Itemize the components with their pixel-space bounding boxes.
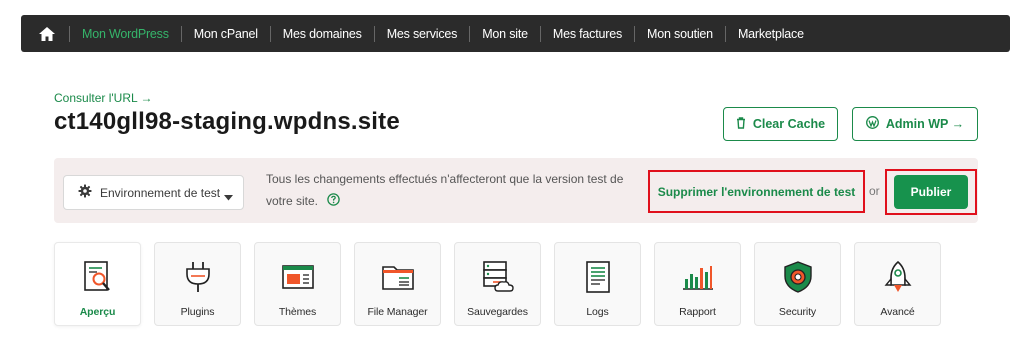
admin-wp-button[interactable]: Admin WP → [852,107,978,141]
nav-item-mon-cpanel[interactable]: Mon cPanel [180,25,270,42]
admin-wp-label: Admin WP → [885,117,965,131]
trash-icon [736,116,746,132]
publish-highlight: Publier [885,169,977,215]
staging-message: Tous les changements effectués n'affecte… [266,168,646,213]
tile-security[interactable]: Security [754,242,841,326]
tile-apercu[interactable]: Aperçu [54,242,141,326]
overview-icon [78,257,118,297]
or-separator: or [869,184,880,198]
nav-item-mon-wordpress[interactable]: Mon WordPress [69,25,181,42]
nav-item-mes-domaines[interactable]: Mes domaines [269,25,374,42]
rocket-icon [878,257,918,297]
nav-item-mon-site[interactable]: Mon site [469,25,540,42]
tile-sauvegardes[interactable]: Sauvegardes [454,242,541,326]
page-title: ct140gll98-staging.wpdns.site [54,108,400,135]
tile-label: Rapport [679,306,716,318]
folder-icon [378,257,418,297]
staging-banner: Environnement de test Tous les changemen… [54,158,978,223]
top-navigation: Mon WordPress Mon cPanel Mes domaines Me… [21,15,1010,52]
tile-label: Logs [586,306,609,318]
tile-logs[interactable]: Logs [554,242,641,326]
wordpress-icon [865,116,879,132]
tile-label: Avancé [880,306,915,318]
nav-item-marketplace[interactable]: Marketplace [724,25,816,42]
nav-item-mon-soutien[interactable]: Mon soutien [634,25,725,42]
environment-select-value: Environnement de test [100,185,221,200]
delete-staging-link[interactable]: Supprimer l'environnement de test [648,170,865,213]
tile-label: Thèmes [278,306,317,318]
clear-cache-button[interactable]: Clear Cache [723,107,838,141]
staging-message-text: Tous les changements effectués n'affecte… [266,172,624,208]
home-icon[interactable] [37,24,57,44]
feature-tiles: Aperçu Plugins Thèmes File Manager Sauve… [54,242,941,326]
tile-rapport[interactable]: Rapport [654,242,741,326]
tile-avance[interactable]: Avancé [854,242,941,326]
nav-item-mes-factures[interactable]: Mes factures [539,25,634,42]
environment-select[interactable]: Environnement de test [63,175,244,210]
gear-icon [78,184,92,201]
tile-themes[interactable]: Thèmes [254,242,341,326]
plug-icon [178,257,218,297]
tile-label: Aperçu [79,306,116,318]
report-icon [678,257,718,297]
tile-plugins[interactable]: Plugins [154,242,241,326]
tile-label: File Manager [367,306,428,318]
view-url-link[interactable]: Consulter l'URL → [54,91,153,105]
logs-icon [578,257,618,297]
nav-item-mes-services[interactable]: Mes services [373,25,470,42]
publish-button[interactable]: Publier [894,175,968,209]
theme-icon [278,257,318,297]
caret-down-icon [224,190,233,204]
backup-icon [478,257,518,297]
tile-file-manager[interactable]: File Manager [354,242,441,326]
help-icon[interactable] [327,191,341,213]
clear-cache-label: Clear Cache [752,117,826,131]
tile-label: Plugins [180,306,215,318]
tile-label: Sauvegardes [467,306,528,318]
security-icon [778,257,818,297]
tile-label: Security [778,306,817,318]
